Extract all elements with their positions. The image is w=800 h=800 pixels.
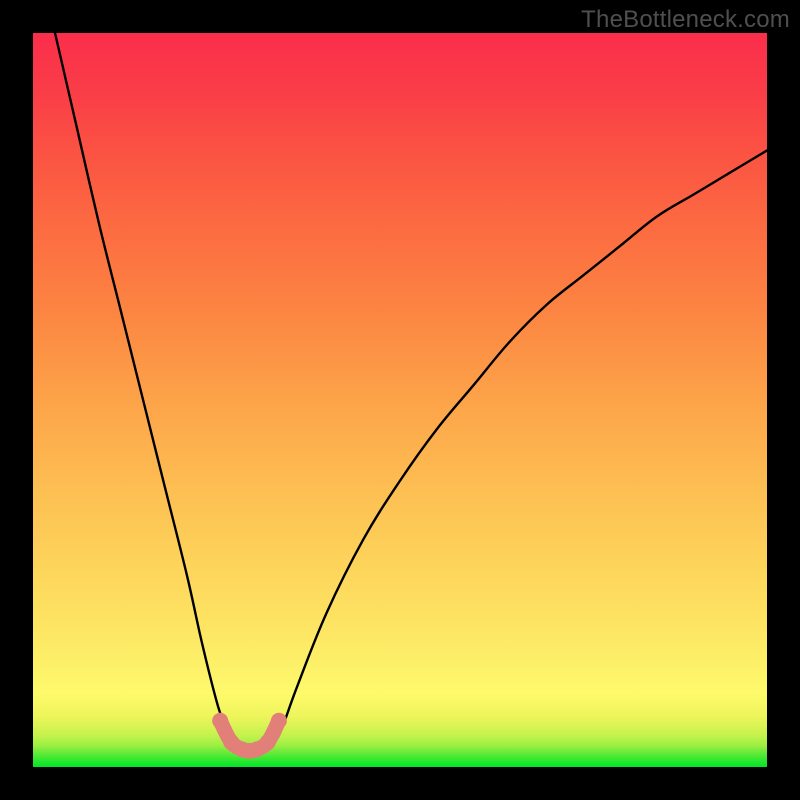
- highlight-dot: [212, 713, 228, 729]
- chart-plot-area: [33, 33, 767, 767]
- highlight-dot: [260, 734, 276, 750]
- watermark-text: TheBottleneck.com: [581, 6, 790, 34]
- bottleneck-curve-path: [55, 33, 767, 751]
- chart-frame: TheBottleneck.com: [0, 0, 800, 800]
- chart-svg: [33, 33, 767, 767]
- highlight-dot: [271, 713, 287, 729]
